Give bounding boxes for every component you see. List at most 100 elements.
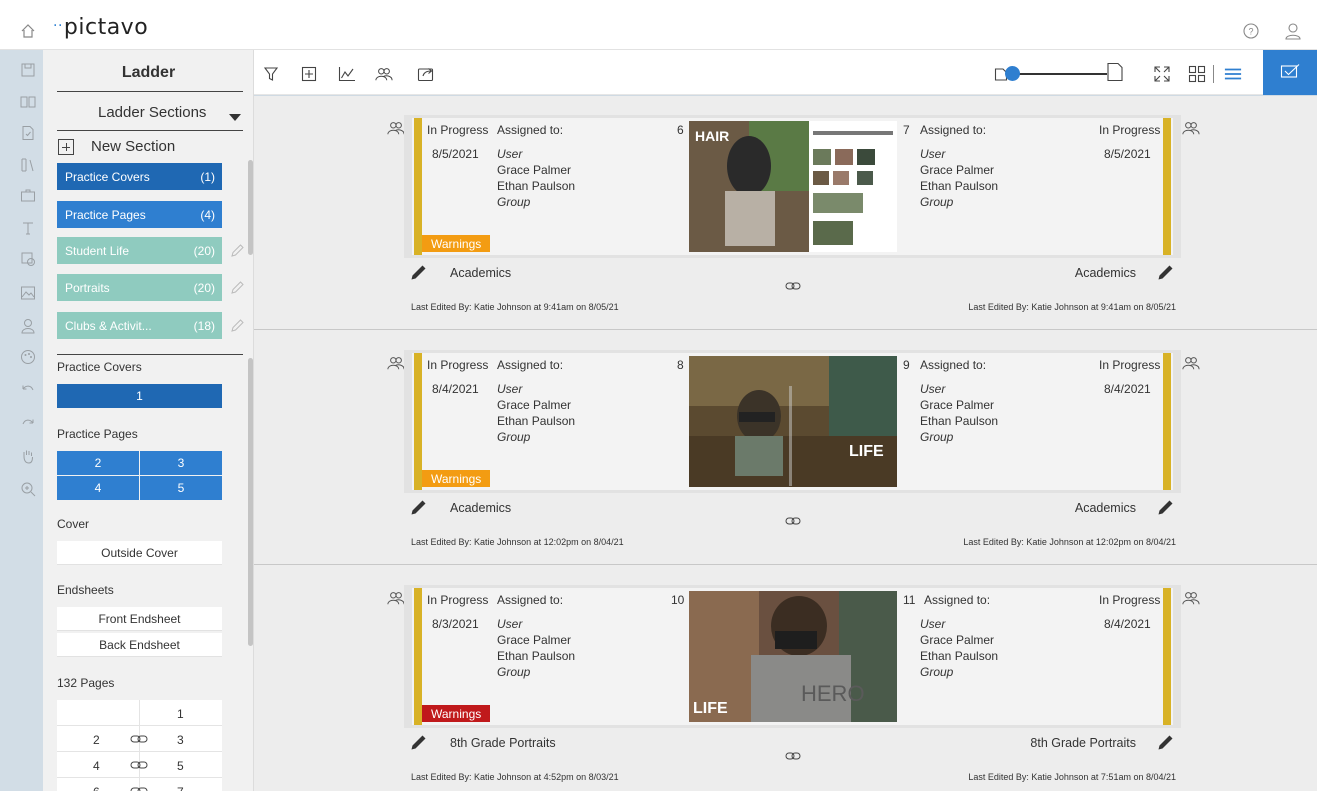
outside-cover-button[interactable]: Outside Cover: [57, 541, 222, 565]
add-icon[interactable]: [300, 65, 318, 83]
image-icon[interactable]: [20, 285, 36, 301]
link-icon[interactable]: [130, 785, 148, 791]
link-icon[interactable]: [785, 750, 801, 760]
edit-section-icon[interactable]: [1157, 733, 1175, 751]
section-clubs-activit[interactable]: Clubs & Activit... (18): [57, 312, 222, 339]
add-section-icon[interactable]: [58, 139, 74, 155]
ladder-page-right[interactable]: 3: [177, 733, 184, 747]
assignee-name: Grace Palmer: [497, 398, 572, 412]
assignee-name: Grace Palmer: [497, 163, 572, 177]
page-date: 8/5/2021: [432, 147, 479, 161]
ladder-page-right[interactable]: 1: [177, 707, 184, 721]
page-1-button[interactable]: 1: [57, 384, 222, 408]
user-icon[interactable]: [1284, 22, 1302, 43]
edit-section-icon[interactable]: [410, 498, 428, 516]
submit-button[interactable]: [1263, 50, 1317, 95]
spread-card[interactable]: In Progress Assigned to: 8 8/4/2021 User Grac…: [404, 350, 1181, 493]
ladder-page-left[interactable]: 2: [93, 733, 100, 747]
edit-section-icon[interactable]: [230, 319, 244, 333]
home-icon[interactable]: [20, 23, 36, 39]
edit-section-icon[interactable]: [410, 733, 428, 751]
section-practice-pages[interactable]: Practice Pages (4): [57, 201, 222, 228]
link-icon[interactable]: [130, 733, 148, 747]
ladder-row[interactable]: 45: [57, 752, 222, 778]
assign-people-icon[interactable]: [387, 355, 405, 371]
ladder-page-left[interactable]: 6: [93, 785, 100, 791]
page-number: 7: [903, 123, 910, 137]
section-practice-covers[interactable]: Practice Covers (1): [57, 163, 222, 190]
ladder-row[interactable]: 23: [57, 726, 222, 752]
page-3-button[interactable]: 3: [140, 451, 222, 475]
spread-card[interactable]: In Progress Assigned to: 10 8/3/2021 User Gra…: [404, 585, 1181, 728]
link-icon[interactable]: [130, 759, 148, 773]
assignee-name: Ethan Paulson: [920, 649, 999, 663]
edit-section-icon[interactable]: [230, 281, 244, 295]
hand-icon[interactable]: [20, 448, 36, 464]
zoom-slider-handle[interactable]: [1005, 66, 1020, 81]
redo-icon[interactable]: [20, 416, 36, 432]
ladder-row[interactable]: 67: [57, 778, 222, 791]
briefcase-icon[interactable]: [20, 187, 36, 203]
text-icon[interactable]: [20, 220, 36, 236]
spread-thumbnail[interactable]: HAIR: [689, 121, 897, 252]
page-5-button[interactable]: 5: [140, 476, 222, 500]
last-edited-text: Last Edited By: Katie Johnson at 9:41am …: [968, 302, 1176, 312]
ladder-page-left[interactable]: 4: [93, 759, 100, 773]
grid-view-icon[interactable]: [1188, 65, 1206, 83]
person-icon[interactable]: [20, 318, 36, 334]
palette-icon[interactable]: [20, 349, 36, 365]
edit-section-icon[interactable]: [1157, 263, 1175, 281]
page-status: In Progress: [1099, 123, 1161, 137]
warnings-badge[interactable]: Warnings: [422, 470, 491, 487]
chevron-down-icon[interactable]: [229, 114, 241, 121]
warnings-badge[interactable]: Warnings: [422, 705, 491, 722]
link-icon[interactable]: [785, 280, 801, 290]
assign-people-icon[interactable]: [1182, 355, 1200, 371]
section-name: Academics: [1074, 266, 1136, 280]
link-icon[interactable]: [785, 515, 801, 525]
scrollbar[interactable]: [248, 358, 253, 646]
edit-section-icon[interactable]: [410, 263, 428, 281]
assign-people-icon[interactable]: [387, 120, 405, 136]
assign-people-icon[interactable]: [1182, 590, 1200, 606]
export-icon[interactable]: [417, 65, 435, 83]
spread-thumbnail[interactable]: HERO LIFE: [689, 591, 897, 722]
undo-icon[interactable]: [20, 382, 36, 398]
zoom-slider-track[interactable]: [1011, 73, 1107, 75]
warnings-badge[interactable]: Warnings: [422, 235, 491, 252]
ladder-row[interactable]: 1: [57, 700, 222, 726]
save-icon[interactable]: [20, 62, 36, 78]
book-icon[interactable]: [20, 94, 36, 110]
front-endsheet-button[interactable]: Front Endsheet: [57, 607, 222, 631]
help-icon[interactable]: ?: [1243, 23, 1259, 42]
filter-icon[interactable]: [262, 65, 280, 83]
back-endsheet-button[interactable]: Back Endsheet: [57, 633, 222, 657]
section-portraits[interactable]: Portraits (20): [57, 274, 222, 301]
zoom-icon[interactable]: [20, 481, 36, 497]
status-bar: [414, 353, 422, 490]
sections-dropdown[interactable]: Ladder Sections: [98, 104, 206, 121]
list-view-icon[interactable]: [1224, 65, 1242, 83]
section-name: Practice Covers: [65, 169, 150, 184]
assign-people-icon[interactable]: [1182, 120, 1200, 136]
library-icon[interactable]: [20, 157, 36, 173]
spread-card[interactable]: In Progress Assigned to: 6 8/5/2021 User Grac…: [404, 115, 1181, 258]
people-icon[interactable]: [375, 65, 393, 83]
page-4-button[interactable]: 4: [57, 476, 139, 500]
ladder-page-right[interactable]: 7: [177, 785, 184, 791]
edit-section-icon[interactable]: [1157, 498, 1175, 516]
chart-icon[interactable]: [338, 65, 356, 83]
photo-edit-icon[interactable]: [20, 251, 36, 267]
page-icon[interactable]: [20, 125, 36, 141]
fullscreen-icon[interactable]: [1153, 65, 1171, 83]
section-student-life[interactable]: Student Life (20): [57, 237, 222, 264]
large-page-icon[interactable]: [1106, 62, 1124, 82]
page-date: 8/4/2021: [432, 382, 479, 396]
page-2-button[interactable]: 2: [57, 451, 139, 475]
edit-section-icon[interactable]: [230, 244, 244, 258]
assign-people-icon[interactable]: [387, 590, 405, 606]
new-section-button[interactable]: New Section: [91, 138, 175, 155]
spread-thumbnail[interactable]: LIFE: [689, 356, 897, 487]
ladder-page-right[interactable]: 5: [177, 759, 184, 773]
scrollbar[interactable]: [248, 160, 253, 255]
